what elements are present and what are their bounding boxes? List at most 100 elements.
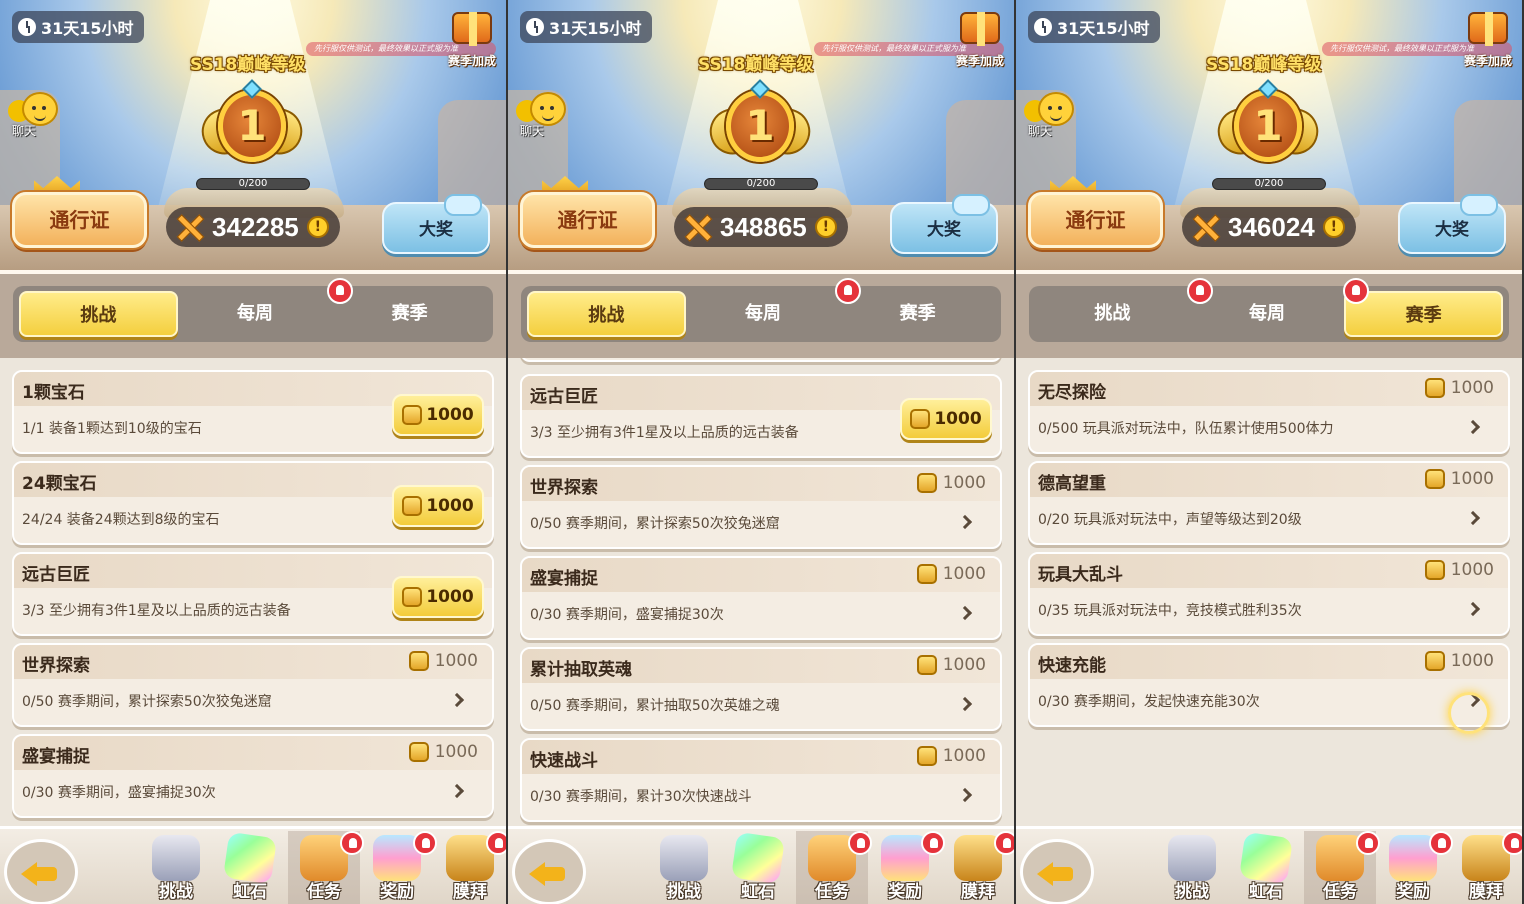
info-icon[interactable]: ! xyxy=(1322,216,1345,238)
season-timer: 31天15小时 xyxy=(1028,11,1160,43)
chevron-right-icon[interactable] xyxy=(1465,510,1481,526)
task-reward-amount: 1000 xyxy=(1450,651,1494,671)
notification-bell-icon xyxy=(486,831,506,855)
task-card[interactable]: 世界探索 0/50 赛季期间，累计探索50次狡兔迷窟 1000 xyxy=(12,643,494,727)
chevron-right-icon[interactable] xyxy=(449,692,465,708)
screenshot-root: 31天15小时 SS18巅峰等级 先行服仅供测试，最终效果以正式服为准 赛季加成 聊天 1… xyxy=(0,0,1524,904)
task-card[interactable]: 累计抽取英魂 0/50 赛季期间，累计抽取50次英雄之魂 1000 xyxy=(520,647,1002,731)
back-arrow-button[interactable] xyxy=(4,839,78,904)
nav-item-label: 膜拜 xyxy=(961,882,995,902)
chevron-right-icon[interactable] xyxy=(957,605,973,621)
nav-item-rewards[interactable]: 奖励 xyxy=(1377,831,1453,904)
chevron-right-icon[interactable] xyxy=(957,514,973,530)
task-title: 世界探索 xyxy=(530,478,598,498)
game-panel: 31天15小时 SS18巅峰等级 先行服仅供测试，最终效果以正式服为准 赛季加成 聊天 1… xyxy=(508,0,1016,904)
season-bonus-button[interactable] xyxy=(1464,12,1512,54)
task-reward-amount: 1000 xyxy=(942,746,986,766)
coin-icon xyxy=(408,651,429,671)
task-reward: 1000 xyxy=(408,742,478,762)
nav-item-rewards[interactable]: 奖励 xyxy=(869,831,945,904)
grand-prize-button[interactable]: 大奖 xyxy=(1398,194,1506,254)
task-card[interactable]: 远古巨匠 3/3 至少拥有3件1星及以上品质的远古装备 1000 xyxy=(520,374,1002,458)
task-card[interactable]: 玩具大乱斗 0/35 玩具派对玩法中，竞技模式胜利35次 1000 xyxy=(1028,552,1510,636)
clock-icon xyxy=(18,18,36,36)
tab-weekly[interactable]: 每周 xyxy=(178,291,333,337)
tab-challenge[interactable]: 挑战 xyxy=(1035,291,1190,337)
task-card[interactable]: 1颗宝石 1/1 装备1颗达到10级的宝石 1000 xyxy=(12,370,494,454)
nav-item-label: 任务 xyxy=(1323,882,1357,902)
chevron-right-icon[interactable] xyxy=(449,783,465,799)
claim-reward-button[interactable]: 1000 xyxy=(392,576,484,618)
battle-pass-button[interactable]: 通行证 xyxy=(520,192,655,248)
info-icon[interactable]: ! xyxy=(814,216,837,238)
grand-prize-button[interactable]: 大奖 xyxy=(382,194,490,254)
season-timer-text: 31天15小时 xyxy=(549,19,642,38)
task-card[interactable]: 快速充能 0/30 赛季期间，发起快速充能30次 1000 xyxy=(1028,643,1510,727)
level-progress-text: 0/200 xyxy=(746,178,776,189)
notification-bell-icon xyxy=(994,831,1014,855)
rank-medal: 1 xyxy=(195,79,309,180)
nav-item-tasks[interactable]: 任务 xyxy=(796,831,872,904)
claim-reward-button[interactable]: 1000 xyxy=(900,398,992,440)
nav-item-rainbow-stone[interactable]: 虹石 xyxy=(722,831,794,904)
tab-weekly[interactable]: 每周 xyxy=(1190,291,1345,337)
task-card[interactable]: 德高望重 0/20 玩具派对玩法中，声望等级达到20级 1000 xyxy=(1028,461,1510,545)
info-icon[interactable]: ! xyxy=(306,216,329,238)
task-card[interactable]: 盛宴捕捉 0/30 赛季期间，盛宴捕捉30次 1000 xyxy=(520,556,1002,640)
bottom-nav: 挑战 虹石 任务 奖励 膜拜 xyxy=(508,826,1014,904)
chevron-right-icon[interactable] xyxy=(957,787,973,803)
score-value: 342285 xyxy=(212,211,299,242)
task-card[interactable]: 无尽探险 0/500 玩具派对玩法中，队伍累计使用500体力 1000 xyxy=(1028,370,1510,454)
chevron-right-icon[interactable] xyxy=(957,696,973,712)
nav-item-worship[interactable]: 膜拜 xyxy=(942,831,1014,904)
nav-item-label: 奖励 xyxy=(380,882,414,902)
tab-weekly[interactable]: 每周 xyxy=(686,291,841,337)
battle-pass-button[interactable]: 通行证 xyxy=(12,192,147,248)
task-title: 盛宴捕捉 xyxy=(530,569,598,589)
score-display: 342285! xyxy=(166,207,340,247)
task-card[interactable]: 快速战斗 0/30 赛季期间，累计30次快速战斗 1000 xyxy=(520,738,1002,822)
task-reward-amount: 1000 xyxy=(1450,378,1494,398)
task-description: 1/1 装备1颗达到10级的宝石 xyxy=(22,421,202,437)
back-arrow-button[interactable] xyxy=(1020,839,1094,904)
nav-item-worship[interactable]: 膜拜 xyxy=(434,831,506,904)
nav-item-label: 挑战 xyxy=(667,882,701,902)
tab-season[interactable]: 赛季 xyxy=(1344,291,1504,337)
season-bonus-button[interactable] xyxy=(448,12,496,54)
task-title: 24颗宝石 xyxy=(22,474,97,494)
chevron-right-icon[interactable] xyxy=(1465,601,1481,617)
season-bonus-label: 赛季加成 xyxy=(955,54,1004,68)
season-bonus-button[interactable] xyxy=(956,12,1004,54)
notification-bell-icon xyxy=(1502,831,1522,855)
task-reward: 1000 xyxy=(916,655,986,675)
level-progress-text: 0/200 xyxy=(238,178,268,189)
grand-prize-button[interactable]: 大奖 xyxy=(890,194,998,254)
tab-season[interactable]: 赛季 xyxy=(332,291,487,337)
claim-reward-button[interactable]: 1000 xyxy=(392,394,484,436)
tab-season[interactable]: 赛季 xyxy=(840,291,995,337)
task-card[interactable]: 世界探索 0/50 赛季期间，累计探索50次狡兔迷窟 1000 xyxy=(520,465,1002,549)
tap-indicator xyxy=(1448,692,1490,734)
rank-medal: 1 xyxy=(1211,79,1325,180)
nav-item-worship[interactable]: 膜拜 xyxy=(1450,831,1522,904)
nav-item-rewards[interactable]: 奖励 xyxy=(361,831,437,904)
back-arrow-button[interactable] xyxy=(512,839,586,904)
nav-item-challenge[interactable]: 挑战 xyxy=(648,831,720,904)
nav-item-tasks[interactable]: 任务 xyxy=(288,831,364,904)
chevron-right-icon[interactable] xyxy=(1465,419,1481,435)
nav-item-rainbow-stone[interactable]: 虹石 xyxy=(1230,831,1302,904)
task-card[interactable]: 盛宴捕捉 0/30 赛季期间，盛宴捕捉30次 1000 xyxy=(12,734,494,818)
task-title: 德高望重 xyxy=(1038,474,1106,494)
tab-challenge[interactable]: 挑战 xyxy=(19,291,178,337)
battle-pass-button[interactable]: 通行证 xyxy=(1028,192,1163,248)
nav-item-rainbow-stone[interactable]: 虹石 xyxy=(214,831,286,904)
tab-challenge[interactable]: 挑战 xyxy=(527,291,686,337)
task-card[interactable]: 24颗宝石 24/24 装备24颗达到8级的宝石 1000 xyxy=(12,461,494,545)
claim-reward-button[interactable]: 1000 xyxy=(392,485,484,527)
task-card[interactable]: 远古巨匠 3/3 至少拥有3件1星及以上品质的远古装备 1000 xyxy=(12,552,494,636)
season-bonus-label: 赛季加成 xyxy=(1463,54,1512,68)
nav-item-tasks[interactable]: 任务 xyxy=(1304,831,1380,904)
coin-icon xyxy=(916,564,937,584)
nav-item-challenge[interactable]: 挑战 xyxy=(140,831,212,904)
nav-item-challenge[interactable]: 挑战 xyxy=(1156,831,1228,904)
